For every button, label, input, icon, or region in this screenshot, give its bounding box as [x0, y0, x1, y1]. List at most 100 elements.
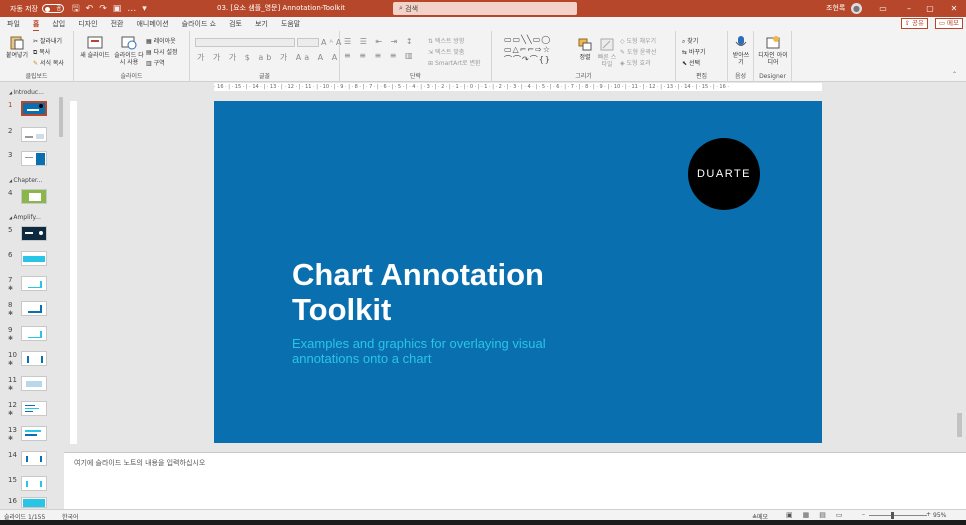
- reuse-slide-button[interactable]: 슬라이드 다시 사용: [114, 35, 144, 66]
- avatar[interactable]: ●: [851, 3, 862, 14]
- tab-slideshow[interactable]: 슬라이드 쇼: [182, 19, 216, 29]
- reset-button[interactable]: ▤ 다시 설정: [146, 47, 178, 56]
- slide-thumbnail-14[interactable]: [21, 451, 47, 466]
- slide-thumbnail-4[interactable]: [21, 189, 47, 204]
- tab-transitions[interactable]: 전환: [111, 19, 124, 29]
- tab-view[interactable]: 보기: [255, 19, 268, 29]
- section-amplify[interactable]: Amplify...: [9, 214, 41, 221]
- reset-label: 다시 설정: [153, 49, 178, 56]
- ribbon-display-icon[interactable]: ▭: [871, 0, 895, 17]
- slide-thumbnail-9[interactable]: [21, 326, 47, 341]
- copy-button[interactable]: ⧉ 복사: [33, 47, 50, 57]
- tab-review[interactable]: 검토: [229, 19, 242, 29]
- font-name-combo[interactable]: [195, 38, 295, 47]
- memo-button[interactable]: ▭ 메모: [934, 18, 963, 29]
- list-icons[interactable]: ☰ ☰ ⇤ ⇥ ↕: [344, 37, 416, 46]
- slide-thumbnail-15[interactable]: [21, 476, 47, 491]
- tab-home[interactable]: 홈: [32, 19, 40, 32]
- maximize-icon[interactable]: ▢: [918, 0, 942, 17]
- shape-fill-button[interactable]: ◇ 도형 채우기: [620, 36, 656, 45]
- slide-thumbnail-5[interactable]: [21, 226, 47, 241]
- align-icons[interactable]: ≡ ≡ ≡ ≡ ▥: [344, 51, 416, 60]
- cut-button[interactable]: ✂ 잘라내기: [33, 36, 62, 45]
- reuse-slide-icon: [121, 36, 137, 50]
- slide-thumbnail-2[interactable]: [21, 127, 47, 142]
- slide-number: 13: [8, 426, 17, 434]
- select-button[interactable]: ⬉ 선택: [682, 58, 700, 67]
- find-button[interactable]: ⌕ 찾기: [682, 36, 698, 46]
- slide-thumbnail-13[interactable]: [21, 426, 47, 441]
- slide-thumbnail-12[interactable]: [21, 401, 47, 416]
- tab-help[interactable]: 도움말: [281, 19, 300, 29]
- replace-label: 바꾸기: [688, 49, 706, 56]
- tab-file[interactable]: 파일: [7, 19, 20, 29]
- autosave-toggle[interactable]: 끔: [42, 4, 64, 13]
- zoom-level[interactable]: 95%: [933, 512, 946, 519]
- smartart-button[interactable]: ⊞ SmartArt로 변환: [428, 58, 480, 67]
- share-button[interactable]: ⇪ 공유: [900, 18, 928, 29]
- slide-thumbnail-16[interactable]: [21, 497, 47, 508]
- design-ideas-icon: [766, 36, 780, 49]
- microphone-icon: [735, 36, 747, 46]
- section-chapter[interactable]: Chapter...: [9, 177, 42, 184]
- shape-effects-button[interactable]: ◈ 도형 효과: [620, 58, 651, 67]
- font-format-icons[interactable]: 가 가 가 $ ab 가 Aa A A: [197, 52, 340, 63]
- editor-scroll-thumb[interactable]: [957, 413, 962, 437]
- zoom-slider-thumb[interactable]: [891, 512, 894, 519]
- slide-number: 9: [8, 326, 13, 334]
- slide-thumbnail-3[interactable]: [21, 151, 47, 166]
- new-slide-button[interactable]: 새 슬라이드: [78, 35, 112, 59]
- paste-button[interactable]: 붙여넣기: [3, 35, 31, 59]
- find-icon: ⌕: [682, 38, 686, 45]
- slide-thumbnail-1[interactable]: [21, 101, 47, 116]
- dictate-label: 받아쓰기: [732, 52, 750, 66]
- vertical-ruler: [70, 101, 77, 444]
- close-icon[interactable]: ✕: [942, 0, 966, 17]
- slide-thumbnail-6[interactable]: [21, 251, 47, 266]
- shape-outline-button[interactable]: ✎ 도형 윤곽선: [620, 47, 656, 56]
- slide-thumbnail-10[interactable]: [21, 351, 47, 366]
- select-label: 선택: [688, 60, 700, 67]
- text-direction-button[interactable]: ⇅ 텍스트 방향: [428, 36, 464, 45]
- zoom-slider[interactable]: [869, 515, 927, 516]
- group-designer: 디자인 아이디어 Designer: [754, 31, 792, 82]
- slide-subtitle[interactable]: Examples and graphics for overlaying vis…: [292, 336, 612, 366]
- quick-styles-icon: [600, 38, 614, 51]
- view-buttons[interactable]: ▣▦▤▭: [786, 511, 852, 519]
- align-text-button[interactable]: ⇲ 텍스트 맞춤: [428, 47, 464, 56]
- arrange-button[interactable]: 정렬: [576, 37, 594, 61]
- slide-thumbnail-panel: Introduc... 1 2 3 Chapter... 4 Amplify..…: [0, 83, 64, 509]
- tab-insert[interactable]: 삽입: [52, 19, 65, 29]
- dictate-button[interactable]: 받아쓰기: [730, 35, 752, 66]
- zoom-out-icon[interactable]: –: [862, 511, 865, 518]
- group-clipboard: 붙여넣기 ✂ 잘라내기 ⧉ 복사 ✎ 서식 복사 클립보드: [0, 31, 74, 82]
- document-title: 03. [요소 샘플_영문] Annotation-Toolkit: [217, 4, 346, 12]
- notes-pane[interactable]: 여기에 슬라이드 노트의 내용을 입력하십시오: [64, 452, 966, 509]
- slide-thumbnail-11[interactable]: [21, 376, 47, 391]
- tab-design[interactable]: 디자인: [78, 19, 97, 29]
- quick-access-icons[interactable]: 🖫↶↷▣…▾: [72, 1, 153, 17]
- align-text-label: 텍스트 맞춤: [434, 49, 465, 56]
- slide-thumbnail-7[interactable]: [21, 276, 47, 291]
- layout-button[interactable]: ▦ 레이아웃: [146, 36, 176, 45]
- quick-styles-button[interactable]: 빠른 스타일: [596, 37, 618, 68]
- select-icon: ⬉: [682, 60, 688, 67]
- search-box[interactable]: ⌕ 검색: [393, 2, 577, 15]
- font-size-combo[interactable]: [297, 38, 319, 47]
- format-painter-button[interactable]: ✎ 서식 복사: [33, 58, 64, 67]
- user-name[interactable]: 조현록: [826, 0, 845, 17]
- design-ideas-button[interactable]: 디자인 아이디어: [757, 35, 789, 66]
- slide-thumbnail-8[interactable]: [21, 301, 47, 316]
- tab-animations[interactable]: 애니메이션: [136, 19, 168, 29]
- smartart-label: SmartArt로 변환: [434, 60, 481, 67]
- collapse-ribbon-icon[interactable]: ⌃: [952, 71, 957, 78]
- section-button[interactable]: ▥ 구역: [146, 58, 165, 67]
- shapes-gallery[interactable]: ▭▭╲╲▭◯ ▭△⌐⌐⇨☆ ⌒⌒↷⌒{}: [504, 35, 551, 65]
- status-bar: 슬라이드 1/155 한국어 ≜메모 ▣▦▤▭ – + 95%: [0, 509, 966, 521]
- replace-button[interactable]: ⇆ 바꾸기: [682, 47, 706, 56]
- zoom-in-icon[interactable]: +: [926, 511, 931, 518]
- editor-scrollbar[interactable]: [955, 83, 966, 453]
- section-introduction[interactable]: Introduc...: [9, 89, 44, 96]
- thumbnail-scroll-thumb[interactable]: [59, 97, 63, 137]
- slide-title[interactable]: Chart Annotation Toolkit: [292, 257, 632, 327]
